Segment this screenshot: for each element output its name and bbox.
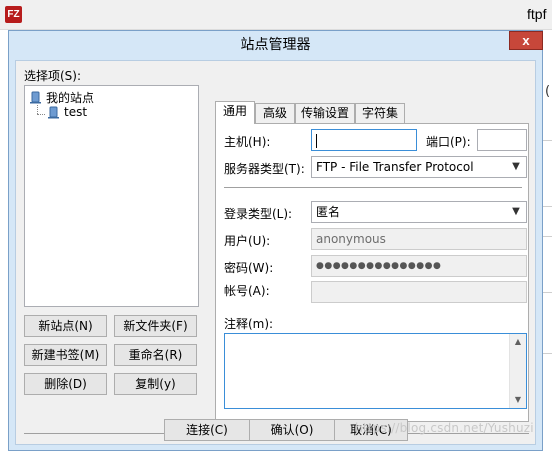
section-divider — [224, 187, 522, 188]
host-input[interactable] — [311, 129, 417, 151]
tree-connector — [37, 114, 45, 115]
watermark-text: https://blog.csdn.net/Yushuzi — [355, 421, 534, 435]
close-button[interactable]: x — [509, 31, 543, 50]
server-type-label: 服务器类型(T): — [224, 162, 305, 176]
copy-button[interactable]: 复制(y) — [114, 373, 197, 395]
background-divider — [542, 206, 552, 207]
login-type-select[interactable]: 匿名 ▼ — [311, 201, 527, 223]
login-type-label: 登录类型(L): — [224, 207, 293, 221]
comment-scrollbar[interactable]: ▲ ▼ — [509, 334, 526, 408]
background-divider — [542, 236, 552, 237]
delete-button[interactable]: 删除(D) — [24, 373, 107, 395]
site-server-icon — [47, 106, 60, 119]
port-input[interactable] — [477, 129, 527, 151]
new-folder-button[interactable]: 新文件夹(F) — [114, 315, 197, 337]
filezilla-logo-icon: FZ — [5, 6, 22, 23]
server-type-select[interactable]: FTP - File Transfer Protocol ▼ — [311, 156, 527, 178]
background-text-fragment: ( — [545, 84, 551, 99]
connect-button[interactable]: 连接(C) — [164, 419, 250, 441]
background-divider — [542, 140, 552, 141]
user-label: 用户(U): — [224, 234, 271, 248]
comment-label: 注释(m): — [224, 317, 274, 331]
account-input[interactable] — [311, 281, 527, 303]
background-divider — [542, 292, 552, 293]
tab-transfer-settings[interactable]: 传输设置 — [295, 103, 355, 123]
ok-button[interactable]: 确认(O) — [249, 419, 335, 441]
general-tab-panel: 主机(H): 端口(P): 服务器类型(T): FTP - File Trans… — [215, 123, 529, 422]
tree-root-node[interactable]: 我的站点 — [29, 89, 94, 106]
scroll-up-icon[interactable]: ▲ — [510, 334, 526, 350]
comment-textarea[interactable]: ▲ ▼ — [224, 333, 527, 409]
tree-root-label: 我的站点 — [46, 91, 95, 105]
background-divider — [542, 353, 552, 354]
new-bookmark-button[interactable]: 新建书签(M) — [24, 344, 107, 366]
password-label: 密码(W): — [224, 261, 274, 275]
rename-button[interactable]: 重命名(R) — [114, 344, 197, 366]
select-entry-label: 选择项(S): — [24, 69, 82, 83]
text-caret — [316, 133, 317, 148]
dialog-title: 站点管理器 — [240, 37, 311, 53]
tab-advanced[interactable]: 高级 — [255, 103, 295, 123]
account-label: 帐号(A): — [224, 284, 270, 298]
server-type-value: FTP - File Transfer Protocol — [316, 160, 474, 174]
site-manager-dialog: 站点管理器 x 选择项(S): 我的站点 test 新站点(N) 新文件夹(F)… — [8, 30, 543, 451]
password-input[interactable]: ●●●●●●●●●●●●●●● — [311, 255, 527, 277]
port-label: 端口(P): — [426, 135, 471, 149]
tab-charset[interactable]: 字符集 — [355, 103, 405, 123]
site-tree[interactable]: 我的站点 test — [24, 85, 199, 307]
chevron-down-icon: ▼ — [512, 161, 520, 172]
host-label: 主机(H): — [224, 135, 271, 149]
tree-site-label: test — [64, 105, 88, 119]
tree-site-test[interactable]: test — [47, 105, 87, 119]
background-titlebar: FZ ftpf — [0, 0, 552, 30]
tree-connector — [37, 105, 38, 114]
login-type-value: 匿名 — [316, 205, 341, 219]
user-input[interactable]: anonymous — [311, 228, 527, 250]
scroll-down-icon[interactable]: ▼ — [510, 392, 526, 408]
chevron-down-icon: ▼ — [512, 206, 520, 217]
tab-general[interactable]: 通用 — [215, 101, 255, 124]
background-window-title: ftpf — [527, 6, 547, 22]
new-site-button[interactable]: 新站点(N) — [24, 315, 107, 337]
site-group-icon — [29, 91, 42, 104]
dialog-client-area: 选择项(S): 我的站点 test 新站点(N) 新文件夹(F) 新建书签(M)… — [15, 60, 536, 445]
